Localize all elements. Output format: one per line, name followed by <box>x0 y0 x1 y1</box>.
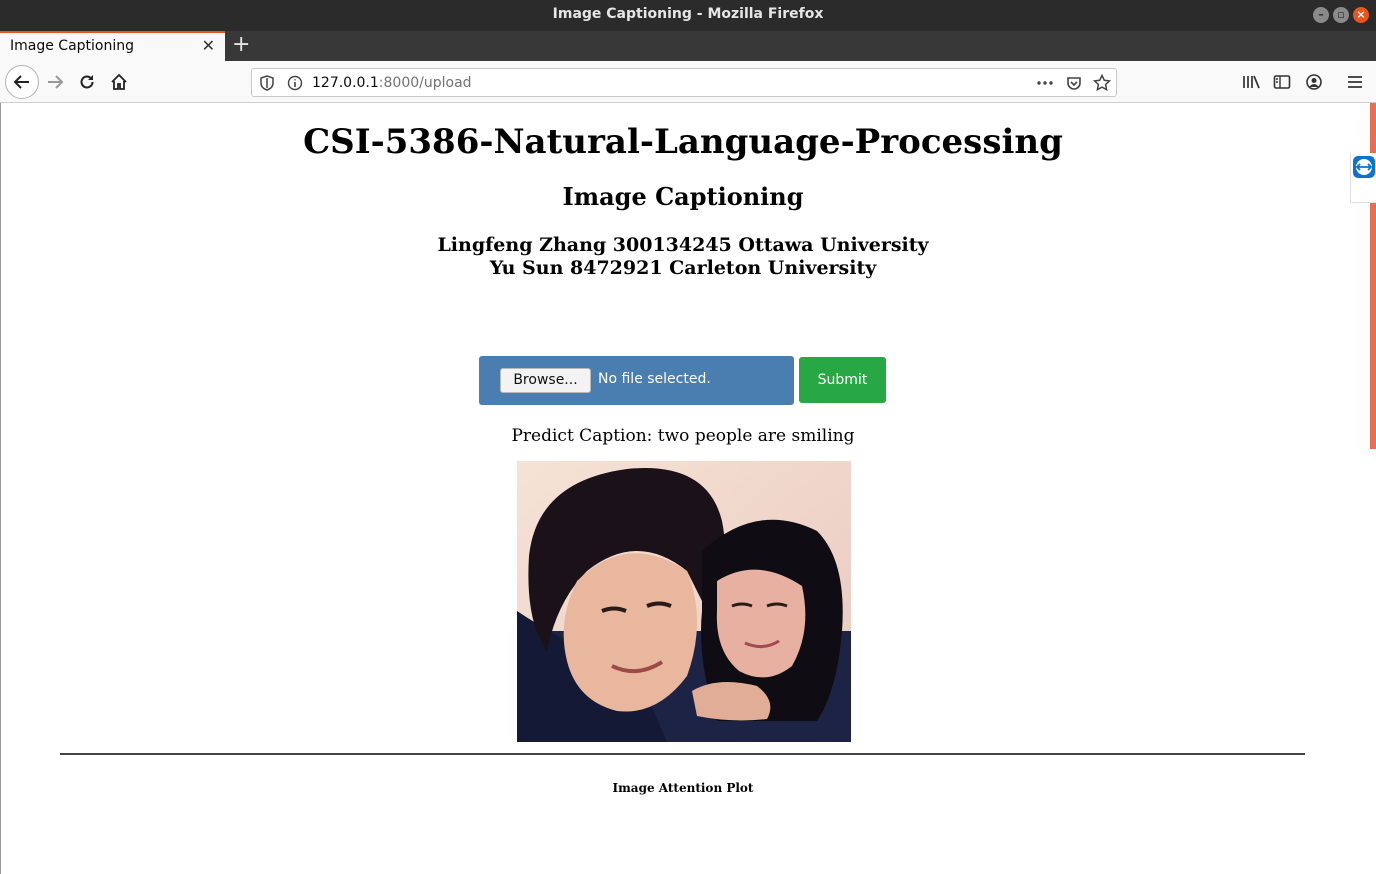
pocket-icon[interactable] <box>1065 74 1083 92</box>
sidebar-icon[interactable] <box>1267 67 1297 97</box>
home-icon[interactable] <box>104 67 134 97</box>
more-actions-icon[interactable] <box>1036 74 1054 92</box>
tab-image-captioning[interactable]: Image Captioning ✕ <box>0 31 225 61</box>
hamburger-menu-icon[interactable] <box>1340 67 1370 97</box>
url-bar[interactable]: 127.0.0.1:8000/upload <box>251 68 1117 97</box>
forward-arrow-icon[interactable] <box>40 67 70 97</box>
tab-close-icon[interactable]: ✕ <box>202 36 215 55</box>
url-text[interactable]: 127.0.0.1:8000/upload <box>312 75 472 91</box>
file-status-text: No file selected. <box>598 371 711 387</box>
tab-strip: Image Captioning ✕ + <box>0 31 1376 61</box>
authors-block: Lingfeng Zhang 300134245 Ottawa Universi… <box>1 234 1365 280</box>
window-title: Image Captioning - Mozilla Firefox <box>552 6 824 22</box>
account-icon[interactable] <box>1299 67 1329 97</box>
page-content: CSI-5386-Natural-Language-Processing Ima… <box>0 103 1376 874</box>
window-titlebar: Image Captioning - Mozilla Firefox – ▫ × <box>0 0 1376 31</box>
section-divider <box>60 753 1305 755</box>
library-icon[interactable] <box>1236 67 1266 97</box>
file-input[interactable]: Browse... No file selected. <box>479 356 794 405</box>
attention-plot-title: Image Attention Plot <box>612 781 754 795</box>
submit-button[interactable]: Submit <box>799 357 886 403</box>
bookmark-star-icon[interactable] <box>1093 74 1111 92</box>
browse-button[interactable]: Browse... <box>500 368 591 393</box>
new-tab-icon[interactable]: + <box>232 32 250 57</box>
navigation-toolbar: 127.0.0.1:8000/upload <box>0 61 1376 103</box>
author-line-1: Lingfeng Zhang 300134245 Ottawa Universi… <box>437 234 929 256</box>
info-icon[interactable] <box>286 74 304 92</box>
predicted-caption: Predict Caption: two people are smiling <box>511 426 855 446</box>
minimize-icon[interactable]: – <box>1313 7 1329 23</box>
tab-label: Image Captioning <box>10 38 135 54</box>
page-title: CSI-5386-Natural-Language-Processing <box>303 122 1063 162</box>
url-path: :8000/upload <box>378 75 472 91</box>
page-subtitle: Image Captioning <box>562 182 804 211</box>
close-icon[interactable]: × <box>1353 7 1369 23</box>
scrollbar[interactable] <box>1368 103 1376 874</box>
author-line-2: Yu Sun 8472921 Carleton University <box>489 257 877 279</box>
reload-icon[interactable] <box>72 67 102 97</box>
back-arrow-icon[interactable] <box>5 65 39 99</box>
uploaded-photo <box>517 461 851 742</box>
shield-icon[interactable] <box>258 74 276 92</box>
maximize-icon[interactable]: ▫ <box>1333 7 1349 23</box>
url-host: 127.0.0.1 <box>312 75 379 91</box>
